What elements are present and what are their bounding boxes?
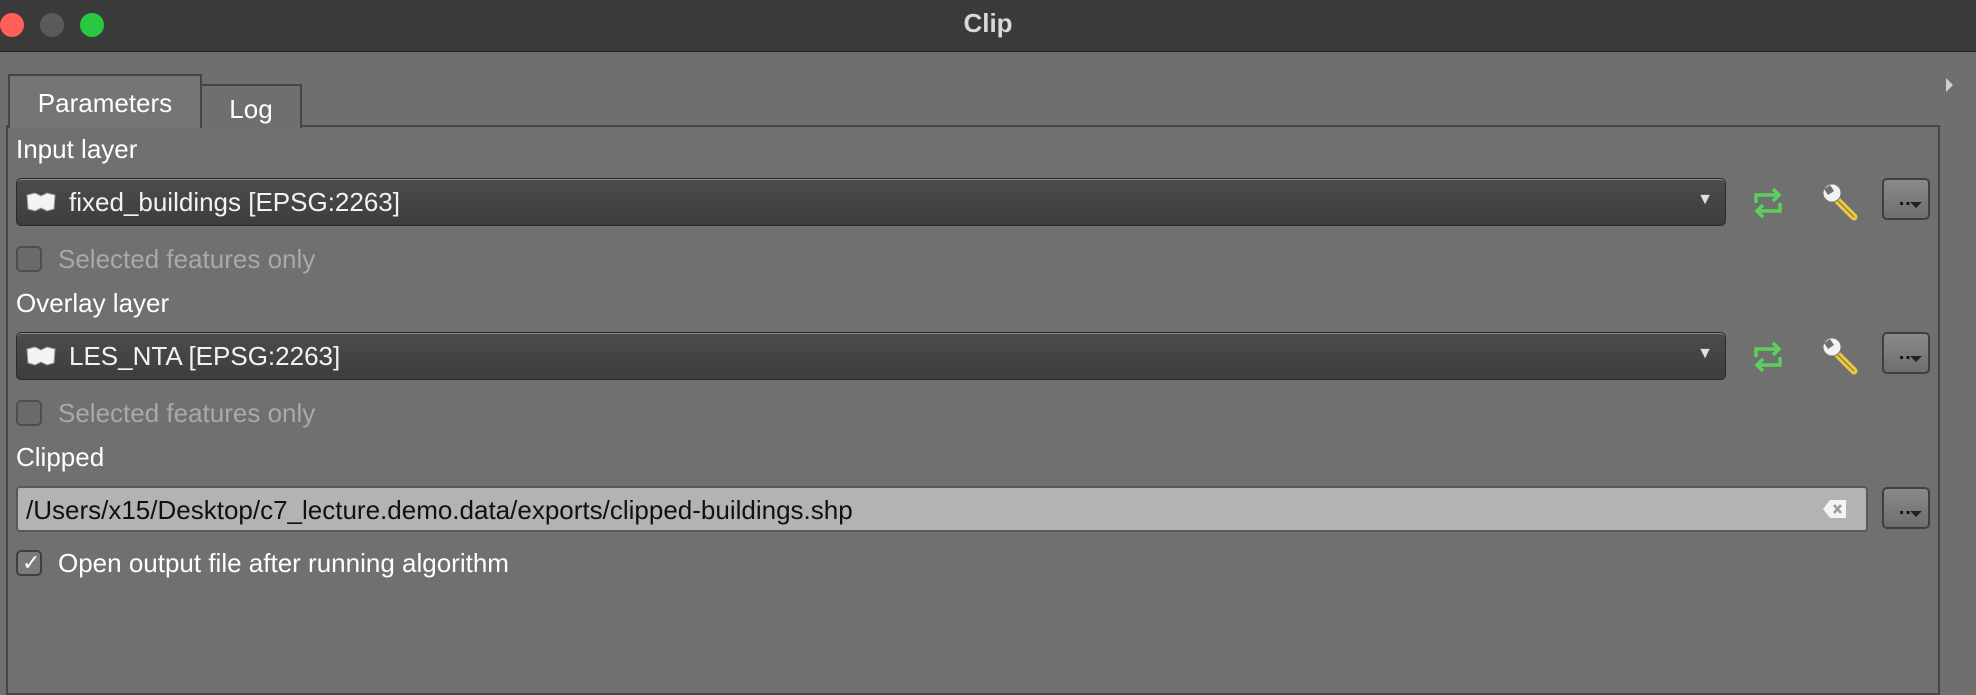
overlay-selected-only-checkbox[interactable] [16,400,42,426]
clipped-output-label: Clipped [16,442,105,472]
output-path-text: /Users/x15/Desktop/c7_lecture.demo.data/… [26,495,853,525]
clear-icon[interactable] [1822,498,1848,520]
wrench-icon[interactable] [1818,335,1862,379]
chevron-down-icon: ▼ [1697,191,1713,208]
panel-expand-arrow-icon[interactable] [1946,78,1953,92]
input-selected-only-checkbox[interactable] [16,246,42,272]
open-output-label: Open output file after running algorithm [58,548,509,578]
input-layer-label: Input layer [16,134,138,164]
window-title: Clip [963,8,1013,38]
chevron-down-icon [1910,511,1922,517]
polygon-layer-icon [26,192,56,212]
overlay-layer-value: LES_NTA [EPSG:2263] [69,341,341,371]
chevron-down-icon [1910,356,1922,362]
chevron-down-icon [1910,202,1922,208]
overlay-selected-only-label: Selected features only [58,398,316,428]
tab-parameters[interactable]: Parameters [8,74,202,128]
polygon-layer-icon [26,346,56,366]
chevron-down-icon: ▼ [1697,345,1713,362]
input-layer-combobox[interactable]: fixed_buildings [EPSG:2263] ▼ [16,178,1726,226]
tab-log[interactable]: Log [200,84,302,128]
input-layer-browse-button[interactable]: … [1882,178,1930,220]
checkmark-icon: ✓ [22,550,41,575]
title-bar: Clip [0,0,1976,52]
clip-dialog: Clip Parameters Log Input layer fixed_bu… [0,0,1976,695]
input-layer-value: fixed_buildings [EPSG:2263] [69,187,400,217]
cycle-icon[interactable] [1748,337,1788,377]
overlay-layer-combobox[interactable]: LES_NTA [EPSG:2263] ▼ [16,332,1726,380]
cycle-icon[interactable] [1748,183,1788,223]
output-browse-button[interactable]: … [1882,487,1930,529]
input-selected-only-label: Selected features only [58,244,316,274]
overlay-layer-browse-button[interactable]: … [1882,332,1930,374]
wrench-icon[interactable] [1818,181,1862,225]
overlay-layer-label: Overlay layer [16,288,170,318]
output-path-field[interactable]: /Users/x15/Desktop/c7_lecture.demo.data/… [16,486,1868,532]
open-output-checkbox[interactable]: ✓ [16,550,42,576]
